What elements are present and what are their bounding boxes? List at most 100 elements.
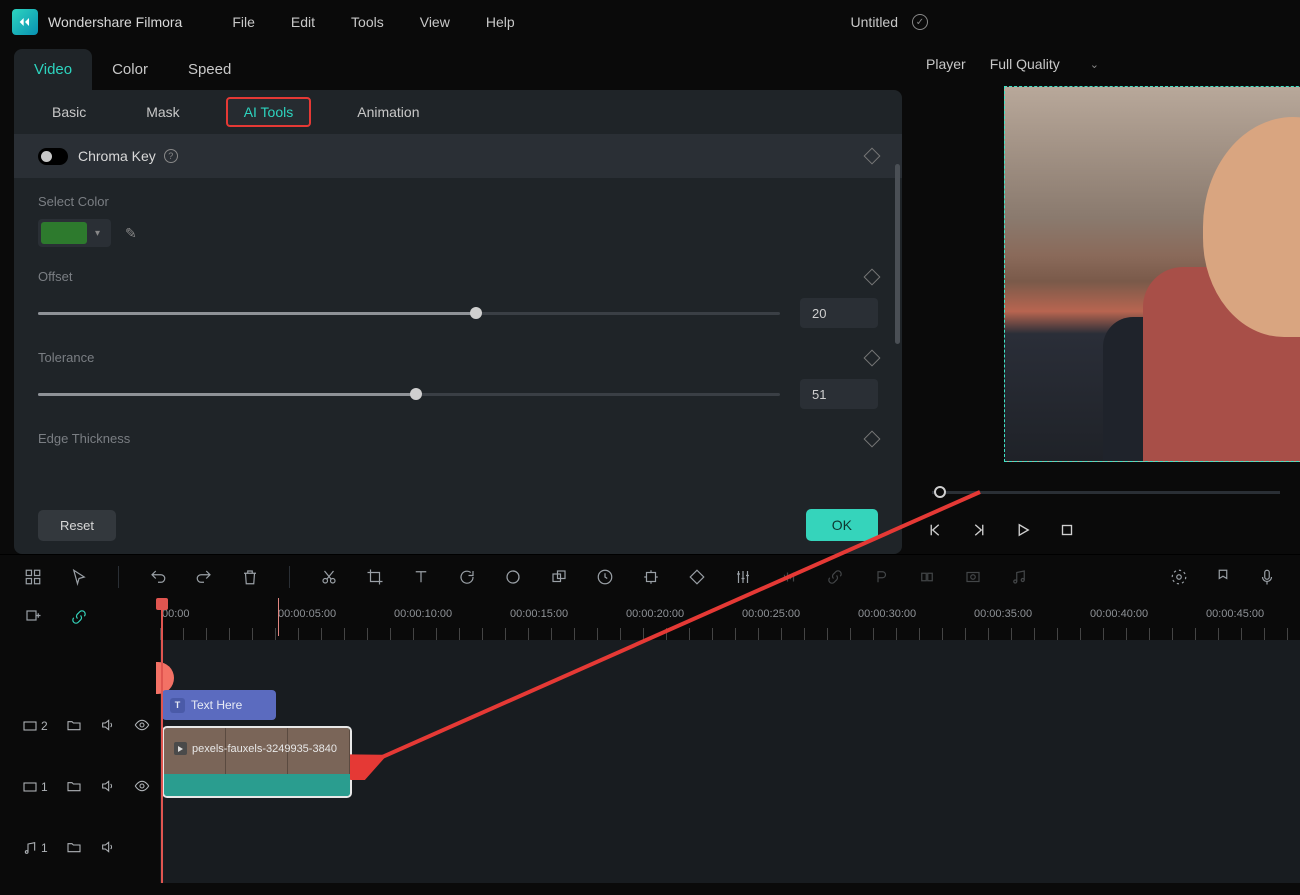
help-icon[interactable]: ?: [164, 149, 178, 163]
keyframe-tool-icon[interactable]: [688, 568, 706, 586]
rotate-icon[interactable]: [458, 568, 476, 586]
app-logo-icon: [12, 9, 38, 35]
play-badge-icon: [174, 742, 187, 755]
tolerance-label: Tolerance: [38, 350, 866, 365]
panel-scrollbar[interactable]: [895, 164, 900, 344]
mark-in-icon[interactable]: [872, 568, 890, 586]
properties-panel: Video Color Speed Basic Mask AI Tools An…: [14, 44, 902, 554]
ruler-mark: 00:00:05:00: [278, 608, 336, 620]
quality-select[interactable]: Full Quality ⌄: [980, 52, 1109, 76]
add-track-icon[interactable]: [24, 608, 42, 631]
undo-icon[interactable]: [149, 568, 167, 586]
scrub-thumb[interactable]: [934, 486, 946, 498]
marker-icon[interactable]: [1214, 568, 1232, 586]
adjust-icon[interactable]: [734, 568, 752, 586]
text-clip[interactable]: T Text Here: [162, 690, 276, 720]
timeline-ruler[interactable]: 00:0000:00:05:0000:00:10:0000:00:15:0000…: [160, 598, 1300, 640]
render-icon[interactable]: [964, 568, 982, 586]
select-color-label: Select Color: [38, 194, 878, 209]
group-icon[interactable]: [550, 568, 568, 586]
redo-icon[interactable]: [195, 568, 213, 586]
play-button[interactable]: [1014, 521, 1032, 539]
mute-icon[interactable]: [100, 839, 116, 858]
keyframe-icon[interactable]: [864, 148, 881, 165]
link-toggle-icon[interactable]: [70, 608, 88, 631]
track-a1-header: 1: [0, 820, 160, 876]
music-icon[interactable]: [1010, 568, 1028, 586]
delete-icon[interactable]: [241, 568, 259, 586]
tab-video[interactable]: Video: [14, 49, 92, 90]
ruler-mark: 00:00:25:00: [742, 608, 800, 620]
color-picker[interactable]: ▾: [38, 219, 111, 247]
text-icon[interactable]: [412, 568, 430, 586]
color-match-icon[interactable]: [504, 568, 522, 586]
offset-value[interactable]: 20: [800, 298, 878, 328]
prev-frame-button[interactable]: [926, 521, 944, 539]
top-bar: Wondershare Filmora File Edit Tools View…: [0, 0, 1300, 44]
cut-icon[interactable]: [320, 568, 338, 586]
subtab-ai-tools[interactable]: AI Tools: [226, 97, 312, 127]
tolerance-slider[interactable]: [38, 393, 780, 396]
mark-out-icon[interactable]: [918, 568, 936, 586]
mute-icon[interactable]: [100, 717, 116, 736]
ruler-mark: 00:00:15:00: [510, 608, 568, 620]
track-head-tools: [0, 598, 160, 640]
mic-icon[interactable]: [1258, 568, 1276, 586]
snap-icon[interactable]: [642, 568, 660, 586]
tab-speed[interactable]: Speed: [168, 49, 251, 90]
keyframe-icon[interactable]: [864, 268, 881, 285]
settings-icon[interactable]: [1170, 568, 1188, 586]
ruler-mark: 00:00:35:00: [974, 608, 1032, 620]
next-frame-button[interactable]: [970, 521, 988, 539]
link-icon[interactable]: [826, 568, 844, 586]
ruler-mark: 00:00:40:00: [1090, 608, 1148, 620]
speed-icon[interactable]: [596, 568, 614, 586]
folder-icon[interactable]: [66, 717, 82, 736]
subtab-mask[interactable]: Mask: [132, 98, 193, 126]
preview-viewport[interactable]: [912, 84, 1300, 478]
playback-scrubber[interactable]: [932, 491, 1280, 494]
player-panel: Player Full Quality ⌄: [912, 44, 1300, 554]
ruler-mark: 00:00:45:00: [1206, 608, 1264, 620]
subtab-basic[interactable]: Basic: [38, 98, 100, 126]
tolerance-value[interactable]: 51: [800, 379, 878, 409]
edge-thickness-label: Edge Thickness: [38, 431, 866, 446]
project-title: Untitled: [851, 14, 898, 30]
chroma-key-toggle[interactable]: [38, 148, 68, 165]
track-area[interactable]: 00:0000:00:05:0000:00:10:0000:00:15:0000…: [160, 598, 1300, 883]
keyframe-icon[interactable]: [864, 349, 881, 366]
stop-button[interactable]: [1058, 521, 1076, 539]
subtab-animation[interactable]: Animation: [343, 98, 433, 126]
folder-icon[interactable]: [66, 839, 82, 858]
offset-slider[interactable]: [38, 312, 780, 315]
audio-sync-icon[interactable]: [780, 568, 798, 586]
color-swatch: [41, 222, 87, 244]
ruler-mark: 00:00:20:00: [626, 608, 684, 620]
tab-color[interactable]: Color: [92, 49, 168, 90]
track-v1-header: 1: [0, 754, 160, 820]
playhead[interactable]: [161, 598, 163, 883]
timeline-toolbar: [0, 554, 1300, 598]
menu-tools[interactable]: Tools: [351, 14, 384, 30]
folder-icon[interactable]: [66, 778, 82, 797]
mute-icon[interactable]: [100, 778, 116, 797]
layout-icon[interactable]: [24, 568, 42, 586]
eyedropper-icon[interactable]: ✎: [125, 225, 137, 242]
select-tool-icon[interactable]: [70, 568, 88, 586]
keyframe-icon[interactable]: [864, 430, 881, 447]
visibility-icon[interactable]: [134, 717, 150, 736]
crop-icon[interactable]: [366, 568, 384, 586]
menu-view[interactable]: View: [420, 14, 450, 30]
menu-bar: File Edit Tools View Help: [232, 14, 514, 30]
reset-button[interactable]: Reset: [38, 510, 116, 541]
app-name: Wondershare Filmora: [48, 14, 182, 30]
visibility-icon[interactable]: [134, 778, 150, 797]
ok-button[interactable]: OK: [806, 509, 878, 541]
chroma-key-label: Chroma Key: [78, 148, 156, 164]
offset-label: Offset: [38, 269, 866, 284]
menu-file[interactable]: File: [232, 14, 255, 30]
preview-frame[interactable]: [1004, 86, 1300, 462]
menu-help[interactable]: Help: [486, 14, 515, 30]
video-clip[interactable]: pexels-fauxels-3249935-3840: [162, 726, 352, 798]
menu-edit[interactable]: Edit: [291, 14, 315, 30]
